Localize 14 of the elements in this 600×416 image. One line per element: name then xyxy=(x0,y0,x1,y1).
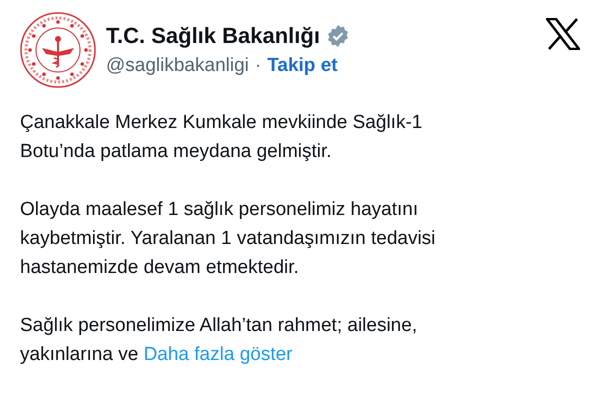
account-name: T.C. Sağlık Bakanlığı xyxy=(106,23,320,49)
tweet-text-line: kaybetmiştir. Yaralanan 1 vatandaşımızın tedavisi xyxy=(20,227,436,251)
show-more-link[interactable]: Daha fazla göster xyxy=(144,344,292,365)
emblem-logo-icon xyxy=(20,12,96,88)
tweet-text-line: Olayda maalesef 1 sağlık personelimiz hayatını xyxy=(20,198,420,222)
follow-link[interactable]: Takip et xyxy=(267,55,338,77)
tweet-text-line: hastanemizde devam etmektedir. xyxy=(20,256,300,280)
tweet-text-line: Botu’nda patlama meydana gelmiştir. xyxy=(20,140,333,164)
x-logo-icon xyxy=(546,18,580,50)
tweet-text-line: Sağlık personelimize Allah’tan rahmet; ailesine, xyxy=(20,314,418,338)
account-handle: @saglikbakanligi xyxy=(106,55,249,77)
tweet-text-line: yakınlarına ve xyxy=(20,344,138,365)
separator-dot: · xyxy=(254,55,262,77)
tweet-text-line: Çanakkale Merkez Kumkale mevkiinde Sağlık-1 xyxy=(20,111,424,135)
